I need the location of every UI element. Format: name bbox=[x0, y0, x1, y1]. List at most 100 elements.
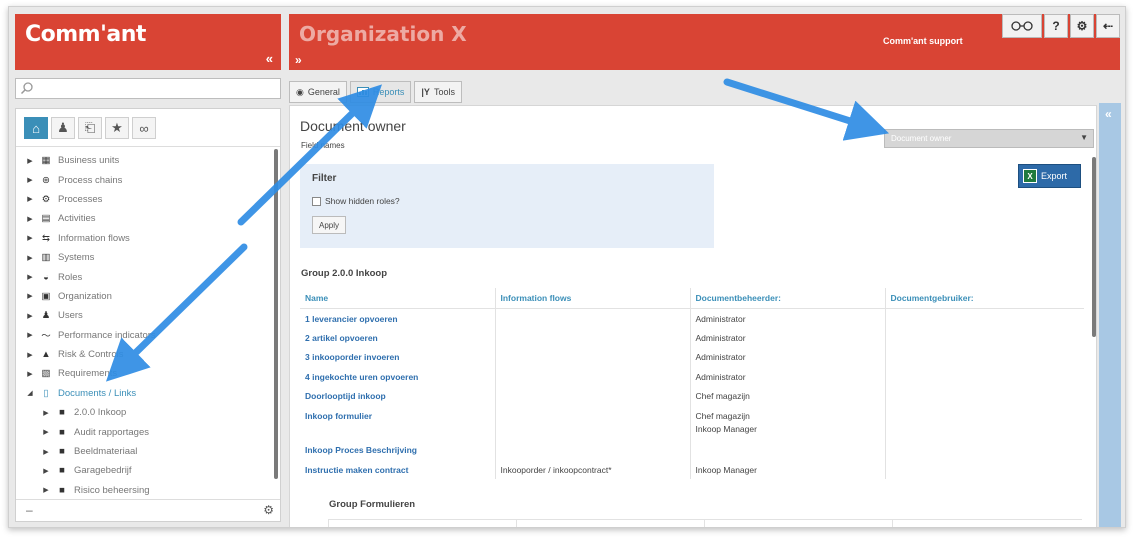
document-link-text[interactable]: Inkoop Proces Beschrijving bbox=[305, 445, 417, 455]
apply-button[interactable]: Apply bbox=[312, 216, 346, 234]
process-chains-icon: ⊛ bbox=[42, 174, 50, 186]
document-link-text[interactable]: 1 leverancier opvoeren bbox=[305, 314, 398, 324]
tree-subitem[interactable]: ▶ ■ Audit rapportages bbox=[24, 422, 274, 441]
tab-tools[interactable]: |Y Tools bbox=[414, 81, 462, 103]
tree-item[interactable]: ▶ ⇆ Information flows bbox=[24, 229, 274, 248]
document-link-text[interactable]: Instructie maken contract bbox=[305, 465, 408, 475]
tree-scrollbar[interactable] bbox=[274, 149, 278, 479]
expand-arrow-icon[interactable]: ▶ bbox=[40, 486, 52, 494]
right-side-panel[interactable]: « bbox=[1099, 103, 1121, 527]
document-link[interactable]: 4 ingekochte uren opvoeren bbox=[300, 367, 495, 387]
document-link-text[interactable]: 2 artikel opvoeren bbox=[305, 333, 378, 343]
column-header[interactable]: Name bbox=[300, 288, 495, 309]
expand-arrow-icon[interactable]: ▶ bbox=[24, 195, 36, 203]
report-select[interactable]: Document owner ▼ bbox=[884, 129, 1094, 148]
expand-arrow-icon[interactable]: ▶ bbox=[24, 370, 36, 378]
tab-general[interactable]: ◉ General bbox=[289, 81, 347, 103]
export-button[interactable]: X Export bbox=[1018, 164, 1081, 188]
document-link[interactable]: Inkoop Proces Beschrijving bbox=[300, 440, 495, 460]
star-icon[interactable]: ★ bbox=[105, 117, 129, 139]
document-link[interactable]: Inkoop formulier bbox=[300, 406, 495, 440]
column-header[interactable]: Documentbeheerder: bbox=[704, 519, 893, 527]
document-link[interactable]: 3 inkooporder invoeren bbox=[300, 347, 495, 367]
checkbox-icon[interactable] bbox=[312, 196, 321, 206]
show-hidden-roles-checkbox[interactable]: Show hidden roles? bbox=[312, 196, 400, 206]
document-link[interactable]: Instructie maken contract bbox=[300, 460, 495, 480]
beheerder-cell: Inkoop Manager bbox=[689, 459, 885, 480]
document-link-text[interactable]: Inkoop formulier bbox=[305, 411, 372, 421]
expand-arrow-icon[interactable]: ▶ bbox=[24, 215, 36, 223]
support-link[interactable]: Comm'ant support bbox=[883, 36, 963, 46]
tree-item[interactable]: ▶ ⚙ Processes bbox=[24, 190, 274, 209]
table-row: 4 ingekochte uren opvoeren Administrator bbox=[300, 366, 1084, 387]
document-link[interactable]: 1 leverancier opvoeren bbox=[300, 308, 495, 328]
inbox-icon[interactable]: ⎗ bbox=[78, 117, 102, 139]
tree-item[interactable]: ▶ ▧ Requirements bbox=[24, 364, 274, 383]
tree-item[interactable]: ▶ ▤ Activities bbox=[24, 209, 274, 228]
search-input[interactable] bbox=[15, 78, 281, 99]
tree-item[interactable]: ▶ ♟ Users bbox=[24, 306, 274, 325]
tree-item[interactable]: ▶ ⊛ Process chains bbox=[24, 170, 274, 189]
tree-subitem[interactable]: ▶ ■ 2.0.0 Inkoop bbox=[24, 403, 274, 422]
collapse-all-button[interactable]: – bbox=[26, 503, 33, 517]
expanded-arrow-icon[interactable]: ◢ bbox=[24, 389, 36, 397]
column-header[interactable]: Documentgebruiker: bbox=[884, 288, 1084, 309]
home-icon[interactable]: ⌂ bbox=[24, 117, 48, 139]
people-icon[interactable]: ♟ bbox=[51, 117, 75, 139]
column-header[interactable]: Name bbox=[328, 519, 517, 527]
expand-panel-button[interactable]: « bbox=[1105, 107, 1112, 121]
tree-item-label: Audit rapportages bbox=[74, 426, 149, 438]
expand-arrow-icon[interactable]: ▶ bbox=[24, 351, 36, 359]
tree-item[interactable]: ◢ ▯ Documents / Links bbox=[24, 384, 274, 403]
tree-item[interactable]: ▶ ▦ Business units bbox=[24, 151, 274, 170]
tab-label: Tools bbox=[433, 87, 455, 97]
column-header[interactable]: Information flows bbox=[516, 519, 705, 527]
column-header[interactable]: Information flows bbox=[494, 288, 690, 309]
expand-arrow-icon[interactable]: ▶ bbox=[24, 176, 36, 184]
tree-item-label: Documents / Links bbox=[58, 387, 137, 399]
document-link[interactable]: Doorlooptijd inkoop bbox=[300, 386, 495, 406]
gebruiker-cell bbox=[884, 347, 1084, 367]
tree-item[interactable]: ▶ ▣ Organization bbox=[24, 287, 274, 306]
gebruiker-cell bbox=[884, 327, 1084, 348]
tree-subitem[interactable]: ▶ ■ Risico beheersing bbox=[24, 481, 274, 500]
content-scrollbar[interactable] bbox=[1092, 157, 1096, 337]
help-icon[interactable]: ? bbox=[1044, 14, 1068, 38]
expand-arrow-icon[interactable]: ▶ bbox=[24, 292, 36, 300]
beheerder-cell-text: Administrator bbox=[695, 352, 746, 363]
document-link-text[interactable]: 4 ingekochte uren opvoeren bbox=[305, 372, 418, 382]
link-icon[interactable]: ∞ bbox=[132, 117, 156, 139]
expand-arrow-icon[interactable]: ▶ bbox=[24, 331, 36, 339]
expand-arrow-icon[interactable]: ▶ bbox=[40, 428, 52, 436]
tree-item-label: Garagebedrijf bbox=[74, 465, 132, 477]
column-header[interactable]: Documentbeheerder: bbox=[689, 288, 885, 309]
tree-item[interactable]: ▶ 〜 Performance indicators bbox=[24, 326, 274, 345]
tree-item[interactable]: ▶ ▲ Risk & Controls bbox=[24, 345, 274, 364]
expand-arrow-icon[interactable]: ▶ bbox=[24, 273, 36, 281]
expand-arrow-icon[interactable]: ▶ bbox=[24, 234, 36, 242]
tree-item[interactable]: ▶ ◒ Roles bbox=[24, 267, 274, 286]
table-row: 2 artikel opvoeren Administrator bbox=[300, 327, 1084, 348]
column-header[interactable]: Documentgebruiker: bbox=[892, 519, 1082, 527]
expand-arrow-icon[interactable]: ▶ bbox=[24, 254, 36, 262]
expand-arrow-icon[interactable]: ▶ bbox=[40, 467, 52, 475]
tree-subitem[interactable]: ▶ ■ Beeldmateriaal bbox=[24, 442, 274, 461]
gear-icon[interactable]: ⚙ bbox=[1070, 14, 1094, 38]
tree-subitem[interactable]: ▶ ■ Garagebedrijf bbox=[24, 461, 274, 480]
expand-arrow-icon[interactable]: ▶ bbox=[40, 409, 52, 417]
logout-icon[interactable]: ⇠ bbox=[1096, 14, 1120, 38]
table-row: Inkoop Proces Beschrijving bbox=[300, 439, 1084, 460]
folder-icon: ■ bbox=[59, 407, 65, 419]
document-link[interactable]: 2 artikel opvoeren bbox=[300, 328, 495, 348]
expand-arrow-icon[interactable]: ▶ bbox=[24, 157, 36, 165]
glasses-icon[interactable] bbox=[1002, 14, 1042, 38]
collapse-sidebar-button[interactable]: « bbox=[266, 51, 273, 66]
expand-arrow-icon[interactable]: ▶ bbox=[24, 312, 36, 320]
tree-item[interactable]: ▶ ▥ Systems bbox=[24, 248, 274, 267]
document-link-text[interactable]: 3 inkooporder invoeren bbox=[305, 352, 399, 362]
document-link-text[interactable]: Doorlooptijd inkoop bbox=[305, 391, 386, 401]
tab-reports[interactable]: Reports bbox=[349, 81, 412, 103]
gear-icon[interactable]: ⚙ bbox=[263, 503, 274, 517]
expand-arrow-icon[interactable]: ▶ bbox=[40, 448, 52, 456]
expand-button[interactable]: » bbox=[295, 53, 302, 67]
